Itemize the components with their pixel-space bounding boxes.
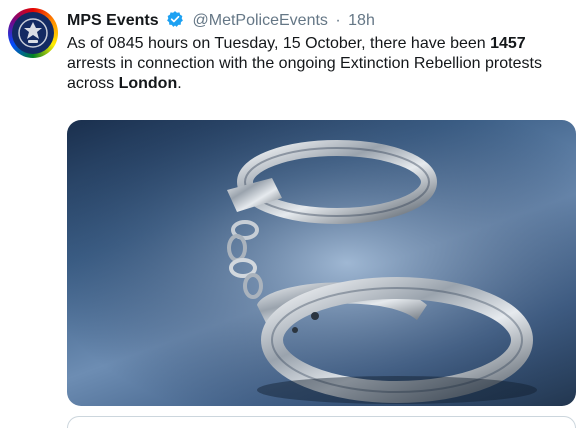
avatar[interactable] [8, 8, 58, 58]
user-handle[interactable]: @MetPoliceEvents [193, 12, 328, 29]
tweet-text-part: As of 0845 hours on Tuesday, 15 October,… [67, 35, 491, 52]
tweet-media-image[interactable] [67, 120, 576, 406]
tweet-text-part: . [177, 75, 182, 92]
quoted-card-edge [67, 416, 576, 428]
metropolitan-police-crest-icon [12, 12, 54, 54]
tweet[interactable]: MPS Events @MetPoliceEvents · 18h As of … [0, 0, 587, 428]
timestamp[interactable]: 18h [348, 12, 375, 29]
location-name: London [118, 75, 178, 92]
tweet-text: As of 0845 hours on Tuesday, 15 October,… [67, 34, 567, 94]
tweet-header: MPS Events @MetPoliceEvents · 18h [67, 10, 375, 34]
separator-dot: · [335, 12, 341, 29]
verified-badge-icon [166, 10, 184, 34]
arrest-count: 1457 [490, 35, 526, 52]
display-name[interactable]: MPS Events [67, 12, 159, 29]
handcuffs-photo [67, 120, 576, 406]
